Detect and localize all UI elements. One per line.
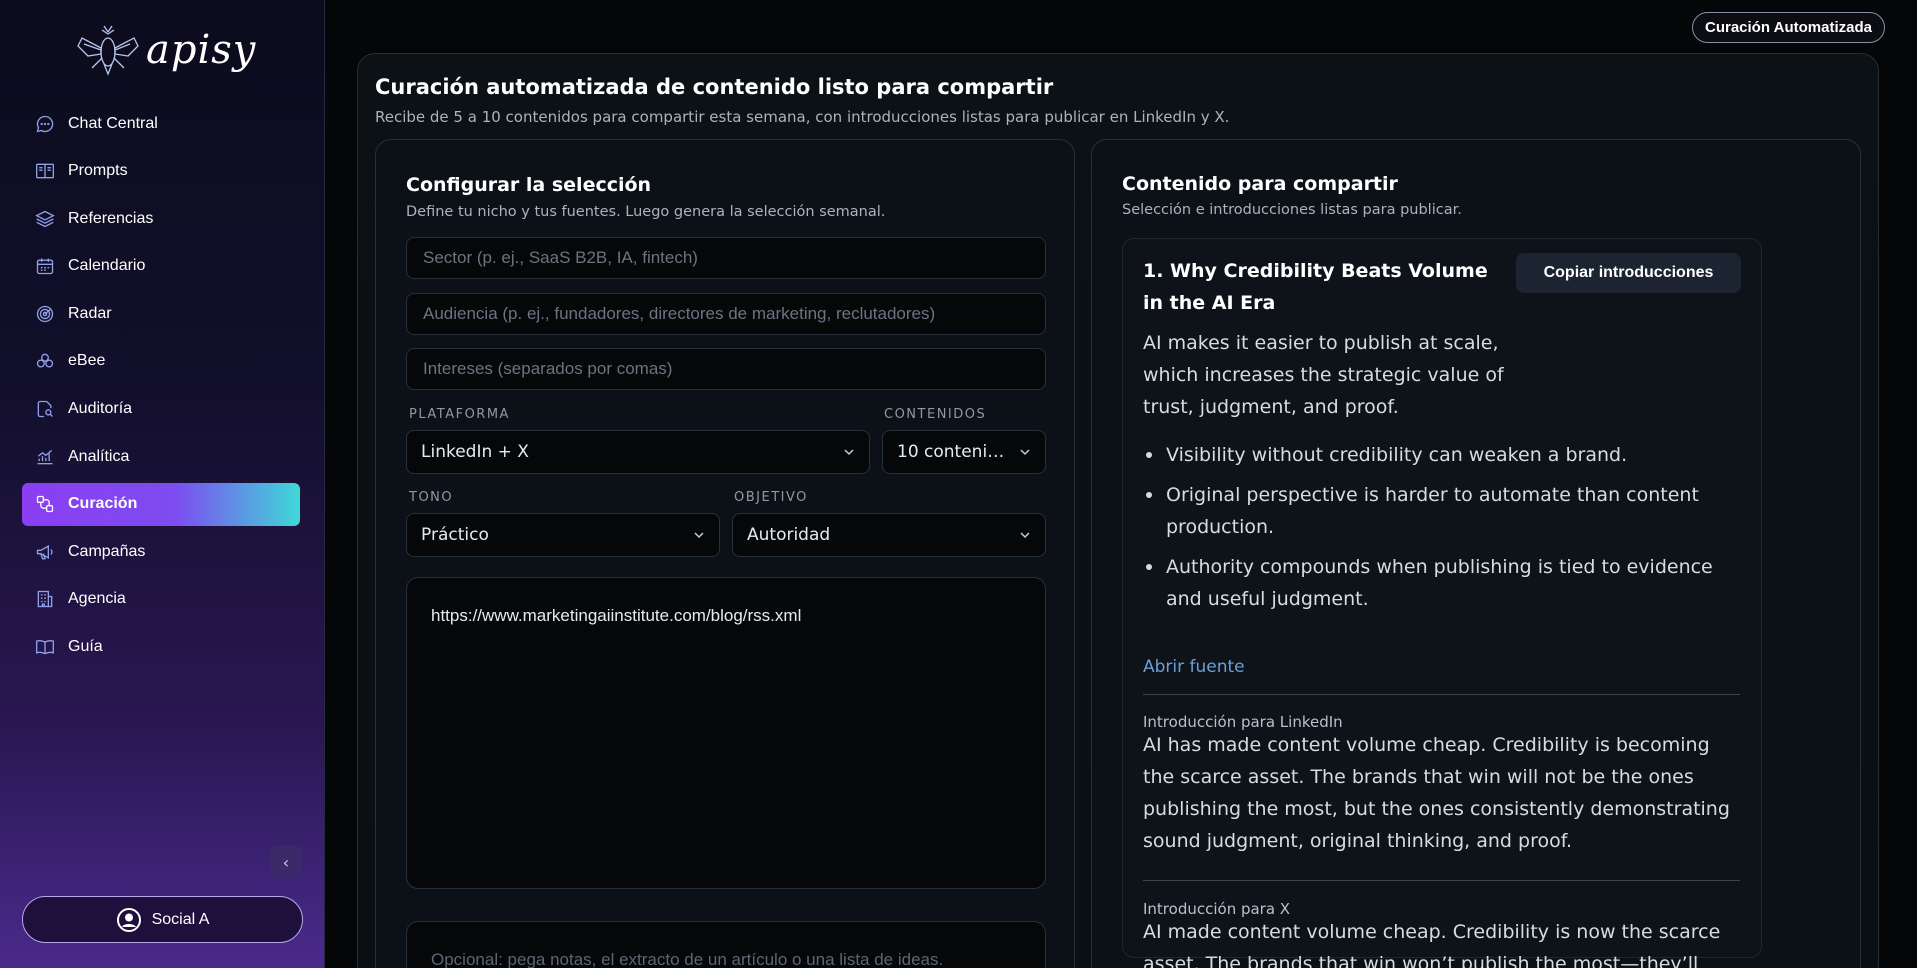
chevron-down-icon bbox=[1020, 449, 1030, 456]
linkedin-intro-text: AI has made content volume cheap. Credib… bbox=[1143, 734, 1730, 852]
sidebar-item-chat-central[interactable]: Chat Central bbox=[22, 102, 300, 145]
open-source-link[interactable]: Abrir fuente bbox=[1143, 657, 1245, 677]
bullet-item: Visibility without credibility can weake… bbox=[1143, 439, 1743, 471]
calendar-icon bbox=[34, 255, 56, 277]
main-panel: Curación automatizada de contenido listo… bbox=[357, 53, 1879, 968]
platform-label: PLATAFORMA bbox=[409, 407, 510, 422]
audience-input[interactable] bbox=[423, 304, 1029, 324]
content-item-title: 1. Why Credibility Beats Volume in the A… bbox=[1143, 260, 1488, 314]
sidebar-item-referencias[interactable]: Referencias bbox=[22, 197, 300, 240]
bee-icon bbox=[34, 350, 56, 372]
sidebar-nav: Chat Central Prompts Referencias Calenda… bbox=[22, 102, 300, 673]
config-card: Configurar la selección Define tu nicho … bbox=[375, 139, 1075, 968]
book-icon bbox=[34, 636, 56, 658]
count-label: CONTENIDOS bbox=[884, 407, 987, 422]
content-item: 1. Why Credibility Beats Volume in the A… bbox=[1122, 238, 1762, 968]
sidebar: apisy Chat Central Prompts Referencias C… bbox=[0, 0, 325, 968]
results-card: Contenido para compartir Selección e int… bbox=[1091, 139, 1861, 968]
chat-icon bbox=[34, 113, 56, 135]
book-open-icon bbox=[34, 160, 56, 182]
count-select[interactable]: 10 contenidos bbox=[882, 430, 1046, 474]
copy-intros-button[interactable]: Copiar introducciones bbox=[1516, 253, 1741, 293]
sidebar-item-label: Campañas bbox=[68, 542, 146, 560]
sidebar-item-label: Calendario bbox=[68, 257, 146, 275]
chart-line-icon bbox=[34, 446, 56, 468]
audience-field[interactable] bbox=[406, 293, 1046, 335]
account-button[interactable]: Social A bbox=[22, 896, 303, 943]
sidebar-item-label: Chat Central bbox=[68, 114, 158, 132]
notes-placeholder: Opcional: pega notas, el extracto de un … bbox=[431, 950, 944, 968]
count-value: 10 contenidos bbox=[897, 442, 1011, 462]
collapse-sidebar-button[interactable]: ‹ bbox=[270, 846, 302, 878]
chevron-down-icon bbox=[844, 449, 854, 456]
sector-input[interactable] bbox=[423, 248, 1029, 268]
radar-icon bbox=[34, 303, 56, 325]
sidebar-item-label: Analítica bbox=[68, 447, 130, 465]
results-title: Contenido para compartir bbox=[1122, 173, 1398, 195]
content-item-bullets: Visibility without credibility can weake… bbox=[1143, 439, 1743, 623]
tone-select[interactable]: Práctico bbox=[406, 513, 720, 557]
sidebar-item-label: Radar bbox=[68, 304, 112, 322]
sidebar-item-calendario[interactable]: Calendario bbox=[22, 245, 300, 288]
sidebar-item-radar[interactable]: Radar bbox=[22, 292, 300, 335]
app-root: apisy Chat Central Prompts Referencias C… bbox=[0, 0, 1917, 968]
notes-textarea[interactable]: Opcional: pega notas, el extracto de un … bbox=[406, 921, 1046, 968]
brand-logo[interactable]: apisy bbox=[74, 22, 256, 78]
feeds-textarea[interactable]: https://www.marketingaiinstitute.com/blo… bbox=[406, 577, 1046, 889]
layers-icon bbox=[34, 208, 56, 230]
file-search-icon bbox=[34, 398, 56, 420]
sidebar-item-curacion[interactable]: Curación bbox=[22, 482, 300, 526]
interests-input[interactable] bbox=[423, 359, 1029, 379]
tone-value: Práctico bbox=[421, 525, 489, 545]
header-badge[interactable]: Curación Automatizada bbox=[1692, 12, 1885, 43]
objective-label: OBJETIVO bbox=[734, 490, 808, 505]
bullet-item: Original perspective is harder to automa… bbox=[1143, 479, 1743, 543]
sidebar-item-label: Agencia bbox=[68, 590, 126, 608]
page-subtitle: Recibe de 5 a 10 contenidos para compart… bbox=[375, 108, 1230, 126]
config-subtitle: Define tu nicho y tus fuentes. Luego gen… bbox=[406, 204, 886, 220]
divider bbox=[1143, 880, 1740, 881]
sidebar-item-guia[interactable]: Guía bbox=[22, 626, 300, 669]
feeds-value: https://www.marketingaiinstitute.com/blo… bbox=[431, 606, 802, 625]
sidebar-item-label: Prompts bbox=[68, 162, 128, 180]
sidebar-item-prompts[interactable]: Prompts bbox=[22, 150, 300, 193]
tone-label: TONO bbox=[409, 490, 454, 505]
x-intro-text: AI made content volume cheap. Credibilit… bbox=[1143, 921, 1721, 968]
sidebar-item-label: Curación bbox=[68, 495, 138, 513]
sidebar-item-label: Referencias bbox=[68, 209, 154, 227]
sidebar-item-campanas[interactable]: Campañas bbox=[22, 530, 300, 573]
sidebar-item-label: eBee bbox=[68, 352, 106, 370]
route-icon bbox=[34, 493, 56, 515]
megaphone-icon bbox=[34, 541, 56, 563]
chevron-left-icon: ‹ bbox=[282, 852, 290, 872]
bullet-item: Authority compounds when publishing is t… bbox=[1143, 551, 1743, 615]
sidebar-item-analitica[interactable]: Analítica bbox=[22, 435, 300, 478]
divider bbox=[1143, 694, 1740, 695]
sidebar-item-ebee[interactable]: eBee bbox=[22, 340, 300, 383]
objective-select[interactable]: Autoridad bbox=[732, 513, 1046, 557]
bee-logo-icon bbox=[77, 25, 139, 76]
chevron-down-icon bbox=[1020, 532, 1030, 539]
sidebar-item-auditoria[interactable]: Auditoría bbox=[22, 388, 300, 431]
config-title: Configurar la selección bbox=[406, 174, 652, 196]
sidebar-item-label: Auditoría bbox=[68, 400, 133, 418]
building-icon bbox=[34, 588, 56, 610]
page-title: Curación automatizada de contenido listo… bbox=[375, 75, 1054, 99]
chevron-down-icon bbox=[694, 532, 704, 539]
objective-value: Autoridad bbox=[747, 525, 831, 545]
sector-field[interactable] bbox=[406, 237, 1046, 279]
sidebar-item-agencia[interactable]: Agencia bbox=[22, 578, 300, 621]
user-circle-icon bbox=[116, 907, 141, 932]
brand-name: apisy bbox=[146, 27, 257, 73]
sidebar-item-label: Guía bbox=[68, 638, 103, 656]
platform-value: LinkedIn + X bbox=[421, 442, 529, 462]
content-item-summary: AI makes it easier to publish at scale, … bbox=[1143, 332, 1504, 418]
account-label: Social A bbox=[151, 910, 210, 928]
results-subtitle: Selección e introducciones listas para p… bbox=[1122, 202, 1462, 218]
interests-field[interactable] bbox=[406, 348, 1046, 390]
platform-select[interactable]: LinkedIn + X bbox=[406, 430, 870, 474]
